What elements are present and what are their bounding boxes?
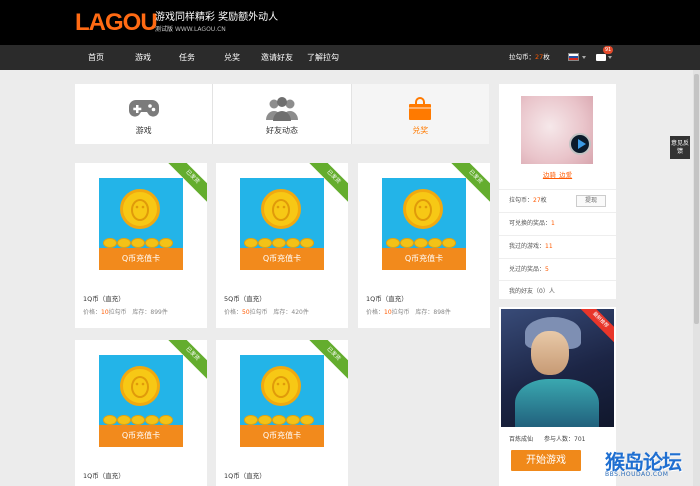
gamepad-icon bbox=[128, 100, 159, 117]
scrollbar-thumb[interactable] bbox=[694, 74, 699, 324]
nav-coins-unit: 枚 bbox=[543, 53, 550, 61]
product-card[interactable]: Q币充值卡 已发货 1Q币（直充） 价格：10拉勾币 库存：898件 bbox=[358, 163, 490, 328]
product-card[interactable]: Q币充值卡 已发货 1Q币（直充） bbox=[75, 340, 207, 486]
tab-friends-activity[interactable]: 好友动态 bbox=[213, 84, 352, 144]
nav-item-invite[interactable]: 邀请好友 bbox=[261, 45, 293, 70]
nav-item-games[interactable]: 游戏 bbox=[135, 45, 151, 70]
logo-text: LAGOU bbox=[75, 9, 158, 36]
product-image[interactable]: Q币充值卡 bbox=[240, 178, 324, 270]
profile-exchangeable-row[interactable]: 可兑换的奖品：1 bbox=[499, 212, 616, 235]
product-label-button[interactable]: Q币充值卡 bbox=[382, 248, 466, 270]
username-link[interactable]: 边骑_边爱 bbox=[499, 169, 616, 179]
product-label-button[interactable]: Q币充值卡 bbox=[240, 248, 324, 270]
nav-coins-label: 拉勾币： bbox=[509, 53, 535, 61]
top-header: LAGOU 游戏同样精彩 奖励额外动人 测试版 WWW.LAGOU.CN bbox=[0, 0, 700, 45]
product-image[interactable]: Q币充值卡 bbox=[99, 178, 183, 270]
tab-games[interactable]: 游戏 bbox=[75, 84, 214, 144]
product-card[interactable]: Q币充值卡 已发货 1Q币（直充） bbox=[216, 340, 348, 486]
product-title[interactable]: 1Q币（直充） bbox=[83, 470, 125, 480]
watermark-title: 猴岛论坛 bbox=[605, 450, 682, 474]
page-scrollbar[interactable] bbox=[693, 70, 700, 486]
product-title[interactable]: 5Q币（直充） bbox=[224, 293, 266, 303]
friends-icon bbox=[265, 97, 298, 121]
featured-game-panel: 最新推荐 百炼成仙 参与人数：701 开始游戏 bbox=[499, 307, 616, 486]
qq-coin-icon bbox=[403, 189, 443, 229]
product-price: 价格：50拉勾币 库存：420件 bbox=[224, 309, 309, 316]
chevron-down-icon[interactable] bbox=[608, 56, 612, 59]
profile-coins-row: 拉勾币：27枚 提现 bbox=[499, 189, 616, 212]
mail-icon[interactable] bbox=[596, 54, 606, 61]
mail-count-badge: 91 bbox=[603, 46, 613, 54]
qq-coin-icon bbox=[261, 366, 301, 406]
product-card[interactable]: Q币充值卡 已发货 1Q币（直充） 价格：10拉勾币 库存：899件 bbox=[75, 163, 207, 328]
qq-coin-icon bbox=[120, 189, 160, 229]
nav-item-redeem[interactable]: 兑奖 bbox=[224, 45, 240, 70]
tab-label: 游戏 bbox=[135, 126, 152, 135]
tab-redeem[interactable]: 兑奖 bbox=[351, 84, 489, 144]
play-icon[interactable] bbox=[569, 133, 591, 155]
product-card[interactable]: Q币充值卡 已发货 5Q币（直充） 价格：50拉勾币 库存：420件 bbox=[216, 163, 348, 328]
main-nav: 首页 游戏 任务 兑奖 邀请好友 了解拉勾 拉勾币：27枚 91 bbox=[0, 45, 700, 70]
beta-label: 测试版 bbox=[155, 26, 174, 33]
withdraw-button[interactable]: 提现 bbox=[576, 195, 606, 207]
featured-game-name: 百炼成仙 bbox=[509, 436, 534, 443]
profile-redeemed-row[interactable]: 兑过的奖品：5 bbox=[499, 258, 616, 281]
site-url: WWW.LAGOU.CN bbox=[174, 26, 226, 33]
shopping-bag-icon bbox=[409, 97, 432, 120]
product-label-button[interactable]: Q币充值卡 bbox=[99, 248, 183, 270]
tab-label: 好友动态 bbox=[265, 126, 298, 135]
forum-watermark: 猴岛论坛 BBS.HOUDAO.COM bbox=[605, 450, 682, 478]
product-image[interactable]: Q币充值卡 bbox=[240, 355, 324, 447]
site-subslogan: 测试版 WWW.LAGOU.CN bbox=[155, 26, 226, 34]
qq-coin-icon bbox=[261, 189, 301, 229]
site-logo[interactable]: LAGOU bbox=[75, 9, 158, 36]
nav-item-home[interactable]: 首页 bbox=[88, 45, 104, 70]
feedback-tab[interactable]: 意见反馈 bbox=[670, 136, 690, 159]
chevron-down-icon[interactable] bbox=[582, 56, 586, 59]
nav-item-tasks[interactable]: 任务 bbox=[179, 45, 195, 70]
profile-friends-row[interactable]: 我的好友（0）人 bbox=[499, 280, 616, 303]
tab-label: 兑奖 bbox=[412, 126, 429, 135]
product-title[interactable]: 1Q币（直充） bbox=[83, 293, 125, 303]
profile-played-row[interactable]: 我过的游戏：11 bbox=[499, 235, 616, 258]
nav-coins: 拉勾币：27枚 bbox=[509, 45, 550, 70]
category-tabs: 游戏 好友动态 兑奖 bbox=[75, 84, 489, 144]
qq-coin-icon bbox=[120, 366, 160, 406]
product-image[interactable]: Q币充值卡 bbox=[382, 178, 466, 270]
language-flag-icon[interactable] bbox=[568, 53, 579, 61]
product-label-button[interactable]: Q币充值卡 bbox=[99, 425, 183, 447]
start-game-button[interactable]: 开始游戏 bbox=[511, 450, 581, 471]
product-title[interactable]: 1Q币（直充） bbox=[366, 293, 408, 303]
product-image[interactable]: Q币充值卡 bbox=[99, 355, 183, 447]
featured-game-participants: 参与人数：701 bbox=[544, 436, 586, 443]
product-price: 价格：10拉勾币 库存：899件 bbox=[83, 309, 168, 316]
profile-panel: 边骑_边爱 拉勾币：27枚 提现 可兑换的奖品：1 我过的游戏：11 兑过的奖品… bbox=[499, 84, 616, 299]
product-label-button[interactable]: Q币充值卡 bbox=[240, 425, 324, 447]
product-title[interactable]: 1Q币（直充） bbox=[224, 470, 266, 480]
site-slogan: 游戏同样精彩 奖励额外动人 bbox=[155, 12, 279, 23]
featured-game-image[interactable]: 最新推荐 bbox=[501, 309, 614, 427]
nav-item-about[interactable]: 了解拉勾 bbox=[307, 45, 339, 70]
product-price: 价格：10拉勾币 库存：898件 bbox=[366, 309, 451, 316]
